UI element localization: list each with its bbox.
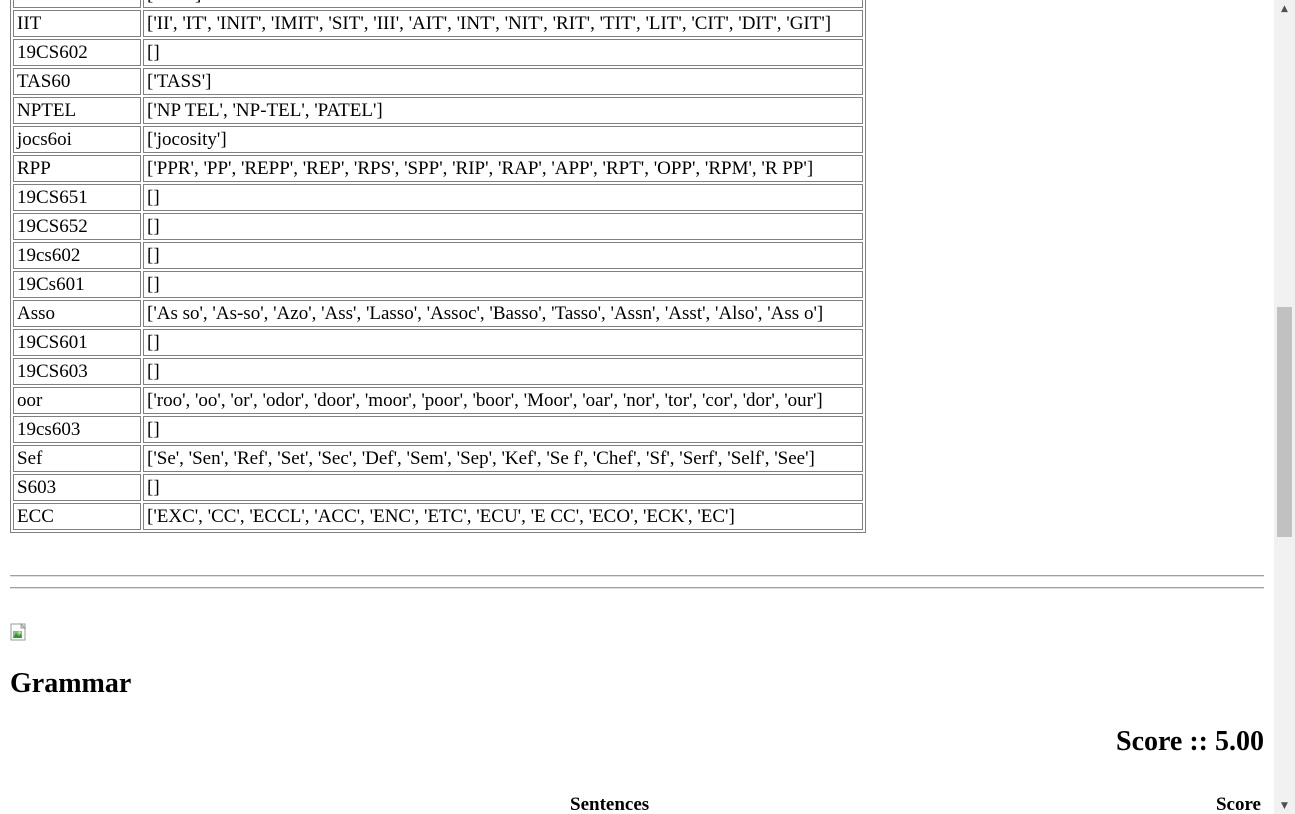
suggestions-cell: ['jocosity'] bbox=[143, 126, 863, 153]
vertical-scrollbar[interactable]: ▲ ▼ bbox=[1274, 0, 1295, 814]
suggestions-cell: [] bbox=[143, 213, 863, 240]
chevron-down-icon[interactable]: ▼ bbox=[1274, 797, 1295, 814]
word-cell bbox=[13, 0, 141, 8]
suggestions-cell: ['II', 'IT', 'INIT', 'IMIT', 'SIT', 'III… bbox=[143, 10, 863, 37]
table-row: Sef ['Se', 'Sen', 'Ref', 'Set', 'Sec', 'D… bbox=[13, 445, 863, 472]
suggestions-cell: ['As so', 'As-so', 'Azo', 'Ass', 'Lasso'… bbox=[143, 300, 863, 327]
grammar-score: Score :: 5.00 bbox=[1116, 726, 1264, 757]
word-cell: Asso bbox=[13, 300, 141, 327]
table-row: 19CS602[] bbox=[13, 39, 863, 66]
suggestions-cell: [] bbox=[143, 39, 863, 66]
table-row: 19CS601[] bbox=[13, 329, 863, 356]
suggestions-cell: [] bbox=[143, 271, 863, 298]
chevron-up-icon[interactable]: ▲ bbox=[1274, 0, 1295, 17]
table-row: ['Suss'] bbox=[13, 0, 863, 8]
word-cell: 19cs602 bbox=[13, 242, 141, 269]
spelling-table-body: ['Suss'] IIT['II', 'IT', 'INIT', 'IMIT',… bbox=[13, 0, 863, 530]
suggestions-cell: ['PPR', 'PP', 'REPP', 'REP', 'RPS', 'SPP… bbox=[143, 155, 863, 182]
word-cell: 19CS601 bbox=[13, 329, 141, 356]
table-row: RPP ['PPR', 'PP', 'REPP', 'REP', 'RPS', '… bbox=[13, 155, 863, 182]
suggestions-cell: ['Suss'] bbox=[143, 0, 863, 8]
table-row: IIT ['II', 'IT', 'INIT', 'IMIT', 'SIT', '… bbox=[13, 10, 863, 37]
word-cell: 19cs603 bbox=[13, 416, 141, 443]
word-cell: IIT bbox=[13, 10, 141, 37]
word-cell: S603 bbox=[13, 474, 141, 501]
page-content: ['Suss'] IIT['II', 'IT', 'INIT', 'IMIT',… bbox=[10, 0, 1264, 814]
table-row: S603[] bbox=[13, 474, 863, 501]
sentences-column-header: Sentences bbox=[570, 794, 650, 814]
table-row: 19Cs601[] bbox=[13, 271, 863, 298]
table-row: NPTEL ['NP TEL', 'NP-TEL', 'PATEL'] bbox=[13, 97, 863, 124]
score-column-header: Score bbox=[1215, 794, 1261, 814]
table-row: Asso ['As so', 'As-so', 'Azo', 'Ass', 'La… bbox=[13, 300, 863, 327]
suggestions-cell: [] bbox=[143, 416, 863, 443]
spelling-table: ['Suss'] IIT['II', 'IT', 'INIT', 'IMIT',… bbox=[10, 0, 866, 533]
word-cell: TAS60 bbox=[13, 68, 141, 95]
word-cell: 19CS603 bbox=[13, 358, 141, 385]
table-row: oor ['roo', 'oo', 'or', 'odor', 'door', '… bbox=[13, 387, 863, 414]
suggestions-cell: [] bbox=[143, 184, 863, 211]
word-cell: 19CS651 bbox=[13, 184, 141, 211]
suggestions-cell: ['TASS'] bbox=[143, 68, 863, 95]
word-cell: RPP bbox=[13, 155, 141, 182]
suggestions-cell: [] bbox=[143, 242, 863, 269]
word-cell: 19CS602 bbox=[13, 39, 141, 66]
suggestions-cell: [] bbox=[143, 358, 863, 385]
suggestions-cell: ['NP TEL', 'NP-TEL', 'PATEL'] bbox=[143, 97, 863, 124]
word-cell: oor bbox=[13, 387, 141, 414]
word-cell: NPTEL bbox=[13, 97, 141, 124]
table-row: 19CS651[] bbox=[13, 184, 863, 211]
suggestions-cell: ['roo', 'oo', 'or', 'odor', 'door', 'moo… bbox=[143, 387, 863, 414]
word-cell: Sef bbox=[13, 445, 141, 472]
grammar-heading: Grammar bbox=[10, 668, 132, 699]
page-viewport: ['Suss'] IIT['II', 'IT', 'INIT', 'IMIT',… bbox=[0, 0, 1274, 814]
suggestions-cell: ['EXC', 'CC', 'ECCL', 'ACC', 'ENC', 'ETC… bbox=[143, 503, 863, 530]
table-row: 19CS652[] bbox=[13, 213, 863, 240]
table-row: 19CS603[] bbox=[13, 358, 863, 385]
word-cell: ECC bbox=[13, 503, 141, 530]
table-row: jocs6oi ['jocosity'] bbox=[13, 126, 863, 153]
suggestions-cell: ['Se', 'Sen', 'Ref', 'Set', 'Sec', 'Def'… bbox=[143, 445, 863, 472]
table-row: 19cs603[] bbox=[13, 416, 863, 443]
word-cell: 19CS652 bbox=[13, 213, 141, 240]
broken-image-icon bbox=[10, 623, 27, 641]
divider bbox=[10, 587, 1264, 589]
divider bbox=[10, 575, 1264, 577]
suggestions-cell: [] bbox=[143, 329, 863, 356]
word-cell: jocs6oi bbox=[13, 126, 141, 153]
table-row: TAS60 ['TASS'] bbox=[13, 68, 863, 95]
suggestions-cell: [] bbox=[143, 474, 863, 501]
table-row: ECC ['EXC', 'CC', 'ECCL', 'ACC', 'ENC', '… bbox=[13, 503, 863, 530]
word-cell: 19Cs601 bbox=[13, 271, 141, 298]
scrollbar-thumb[interactable] bbox=[1277, 307, 1292, 537]
table-row: 19cs602[] bbox=[13, 242, 863, 269]
